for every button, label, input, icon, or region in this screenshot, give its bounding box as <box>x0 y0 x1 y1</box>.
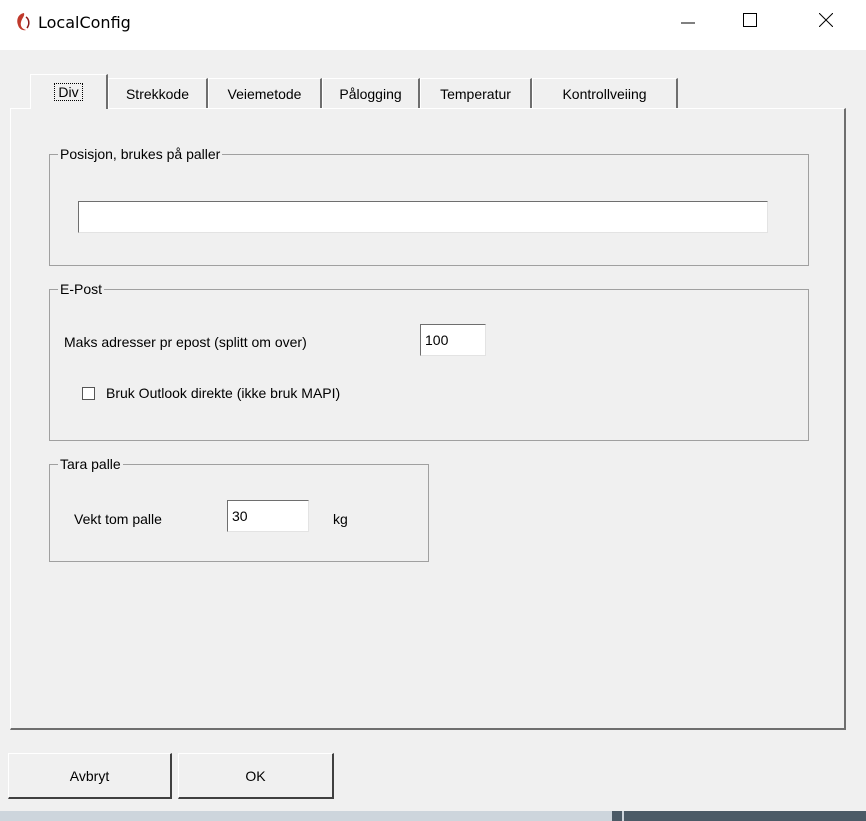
window-title: LocalConfig <box>38 13 131 32</box>
outlook-direct-checkbox[interactable] <box>82 387 95 400</box>
background-window-taskbar <box>612 811 866 821</box>
outlook-direct-label: Bruk Outlook direkte (ikke bruk MAPI) <box>106 385 341 401</box>
title-bar: LocalConfig <box>0 0 866 50</box>
vekt-tom-palle-label: Vekt tom palle <box>74 511 162 527</box>
kg-unit-label: kg <box>333 511 348 527</box>
tab-veiemetode[interactable]: Veiemetode <box>208 78 322 108</box>
max-addresses-label: Maks adresser pr epost (splitt om over) <box>64 334 307 350</box>
tab-label: Strekkode <box>125 85 190 102</box>
tab-label: Temperatur <box>440 85 511 102</box>
close-icon <box>819 13 833 27</box>
tab-label: Pålogging <box>339 85 402 102</box>
ok-button[interactable]: OK <box>178 753 334 799</box>
cancel-button-label: Avbryt <box>69 767 110 784</box>
posisjon-groupbox: Posisjon, brukes på paller <box>49 145 809 266</box>
max-addresses-input[interactable] <box>420 324 486 356</box>
ok-button-label: OK <box>245 767 266 784</box>
minimize-icon <box>681 22 695 24</box>
tab-page-div: Posisjon, brukes på paller E-Post Maks a… <box>10 108 846 730</box>
tab-label: Kontrollveiing <box>562 85 647 102</box>
app-icon <box>17 13 30 31</box>
cancel-button[interactable]: Avbryt <box>8 753 172 799</box>
posisjon-groupbox-title: Posisjon, brukes på paller <box>58 145 223 163</box>
minimize-button[interactable] <box>662 0 714 40</box>
posisjon-input[interactable] <box>78 201 768 233</box>
tara-groupbox: Tara palle Vekt tom palle kg <box>49 455 429 562</box>
tab-temperatur[interactable]: Temperatur <box>420 78 532 108</box>
vekt-tom-palle-input[interactable] <box>227 500 309 532</box>
background-window-divider <box>622 811 624 821</box>
tara-groupbox-title: Tara palle <box>58 455 123 473</box>
close-button[interactable] <box>800 0 852 40</box>
maximize-button[interactable] <box>724 0 776 40</box>
tab-palogging[interactable]: Pålogging <box>322 78 420 108</box>
maximize-icon <box>743 13 757 27</box>
epost-groupbox: E-Post Maks adresser pr epost (splitt om… <box>49 280 809 441</box>
tab-strekkode[interactable]: Strekkode <box>108 78 208 108</box>
epost-groupbox-title: E-Post <box>58 280 105 298</box>
tab-label: Div <box>54 83 83 101</box>
tab-kontrollveiing[interactable]: Kontrollveiing <box>532 78 678 108</box>
tab-label: Veiemetode <box>227 85 302 102</box>
tab-div[interactable]: Div <box>30 74 108 109</box>
